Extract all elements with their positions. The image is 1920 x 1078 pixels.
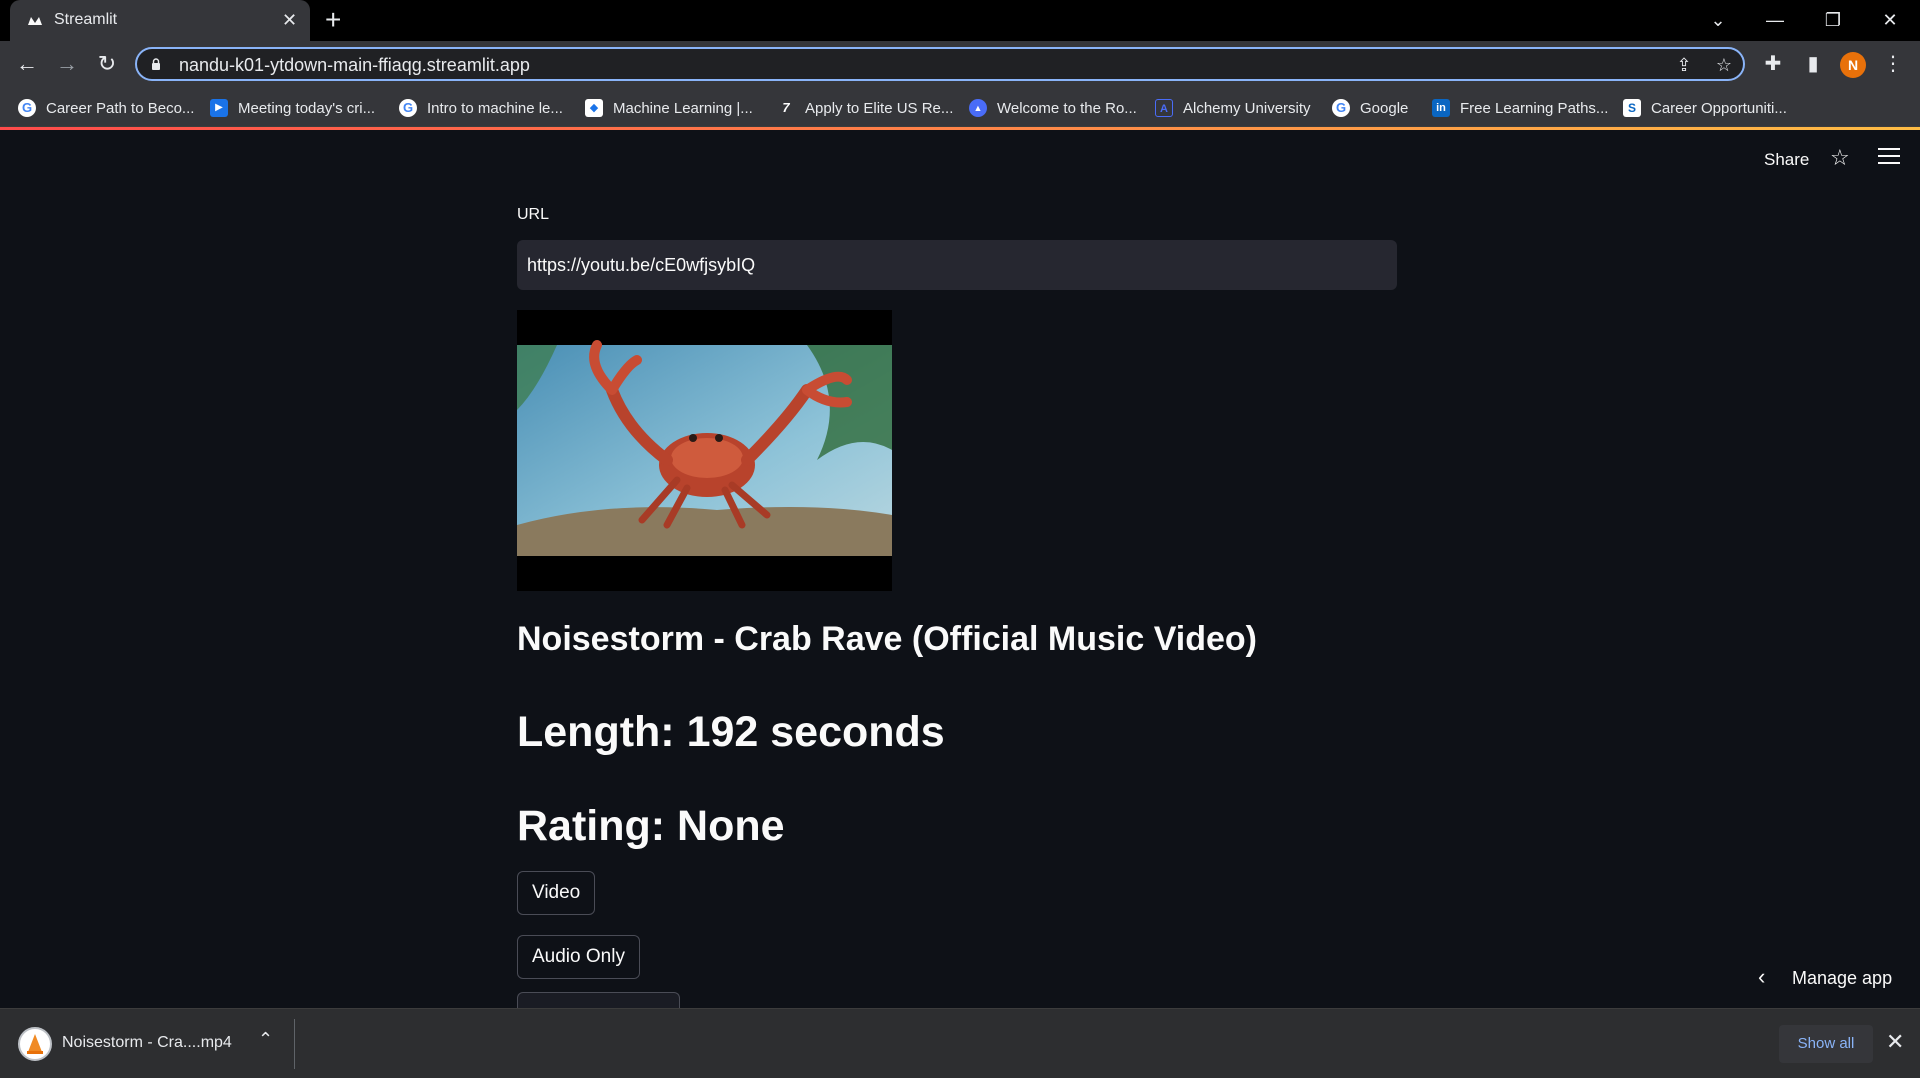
reload-icon[interactable]: ↻ xyxy=(92,49,122,79)
bookmark-item[interactable]: G Intro to machine le... xyxy=(399,97,563,119)
profile-avatar[interactable]: N xyxy=(1840,52,1866,78)
bookmark-item[interactable]: ▲ Welcome to the Ro... xyxy=(969,97,1137,119)
lock-icon xyxy=(152,58,160,70)
streamlit-logo-icon xyxy=(28,17,42,25)
url-text[interactable]: nandu-k01-ytdown-main-ffiaqg.streamlit.a… xyxy=(179,55,530,76)
video-rating: Rating: None xyxy=(517,802,785,850)
chevron-up-icon[interactable]: ⌃ xyxy=(258,1029,273,1050)
bookmark-item[interactable]: A Alchemy University xyxy=(1155,97,1311,119)
window-close-button[interactable]: ✕ xyxy=(1870,6,1910,34)
side-panel-icon[interactable]: ▮ xyxy=(1800,51,1826,77)
bookmark-item[interactable]: 7 Apply to Elite US Re... xyxy=(777,97,953,119)
share-page-icon[interactable]: ⇪ xyxy=(1673,54,1695,76)
url-label: URL xyxy=(517,206,550,223)
video-thumbnail xyxy=(517,310,892,591)
chevron-left-icon[interactable]: ‹ xyxy=(1758,964,1765,990)
bookmark-item[interactable]: G Career Path to Beco... xyxy=(18,97,194,119)
manage-app-button[interactable]: Manage app xyxy=(1792,968,1892,989)
address-bar[interactable]: nandu-k01-ytdown-main-ffiaqg.streamlit.a… xyxy=(135,47,1745,81)
partial-button[interactable] xyxy=(517,992,680,1008)
alchemy-icon: A xyxy=(1155,99,1173,117)
show-all-button[interactable]: Show all xyxy=(1779,1025,1873,1063)
bookmark-item[interactable]: ▶ Meeting today's cri... xyxy=(210,97,375,119)
video-play-icon: ▶ xyxy=(210,99,228,117)
career-icon: S xyxy=(1623,99,1641,117)
tab-title: Streamlit xyxy=(54,11,118,28)
seven-icon: 7 xyxy=(782,100,790,115)
minimize-button[interactable]: — xyxy=(1755,6,1795,34)
back-arrow-icon[interactable]: ← xyxy=(12,49,42,79)
share-button[interactable]: Share xyxy=(1764,150,1809,170)
divider xyxy=(294,1019,295,1069)
bookmark-item[interactable]: ◆ Machine Learning |... xyxy=(585,97,753,119)
url-input[interactable] xyxy=(517,240,1397,290)
bookmark-item[interactable]: in Free Learning Paths... xyxy=(1432,97,1608,119)
video-download-button[interactable]: Video xyxy=(517,871,596,915)
streamlit-app: Share ☆ URL https://youtu.be/cE0wfjsybIQ… xyxy=(0,130,1920,1008)
google-icon: G xyxy=(18,99,36,117)
bookmark-item[interactable]: S Career Opportuniti... xyxy=(1623,97,1787,119)
course-icon: ◆ xyxy=(585,99,603,117)
audio-only-button[interactable]: Audio Only xyxy=(517,935,640,979)
tab-search-icon[interactable]: ⌄ xyxy=(1698,6,1738,34)
google-icon: G xyxy=(399,99,417,117)
bookmark-item[interactable]: G Google xyxy=(1332,97,1408,119)
star-icon[interactable]: ☆ xyxy=(1830,145,1850,171)
new-tab-button[interactable]: + xyxy=(325,6,341,34)
downloads-shelf: Noisestorm - Cra....mp4 ⌃ Show all ✕ xyxy=(0,1008,1920,1078)
vlc-file-icon[interactable] xyxy=(18,1027,52,1061)
bookmark-star-icon[interactable]: ☆ xyxy=(1713,54,1735,76)
browser-toolbar: ← → ↻ nandu-k01-ytdown-main-ffiaqg.strea… xyxy=(0,41,1920,87)
kebab-menu-icon[interactable]: ⋮ xyxy=(1880,51,1906,77)
forward-arrow-icon[interactable]: → xyxy=(52,49,82,79)
video-title: Noisestorm - Crab Rave (Official Music V… xyxy=(517,620,1257,658)
linkedin-icon: in xyxy=(1432,99,1450,117)
triangle-icon: ▲ xyxy=(969,99,987,117)
tab-streamlit[interactable]: Streamlit ✕ xyxy=(10,0,310,41)
extensions-puzzle-icon[interactable]: ✚ xyxy=(1760,51,1786,77)
google-icon: G xyxy=(1332,99,1350,117)
bookmarks-bar: G Career Path to Beco... ▶ Meeting today's… xyxy=(0,87,1920,127)
video-length: Length: 192 seconds xyxy=(517,708,945,756)
restore-button[interactable]: ❐ xyxy=(1813,6,1853,34)
hamburger-menu-icon[interactable] xyxy=(1878,148,1900,169)
tab-close-icon[interactable]: ✕ xyxy=(282,10,297,30)
browser-titlebar: Streamlit ✕ + ⌄ — ❐ ✕ xyxy=(0,0,1920,41)
download-file-name[interactable]: Noisestorm - Cra....mp4 xyxy=(62,1034,232,1052)
close-icon[interactable]: ✕ xyxy=(1886,1029,1904,1055)
